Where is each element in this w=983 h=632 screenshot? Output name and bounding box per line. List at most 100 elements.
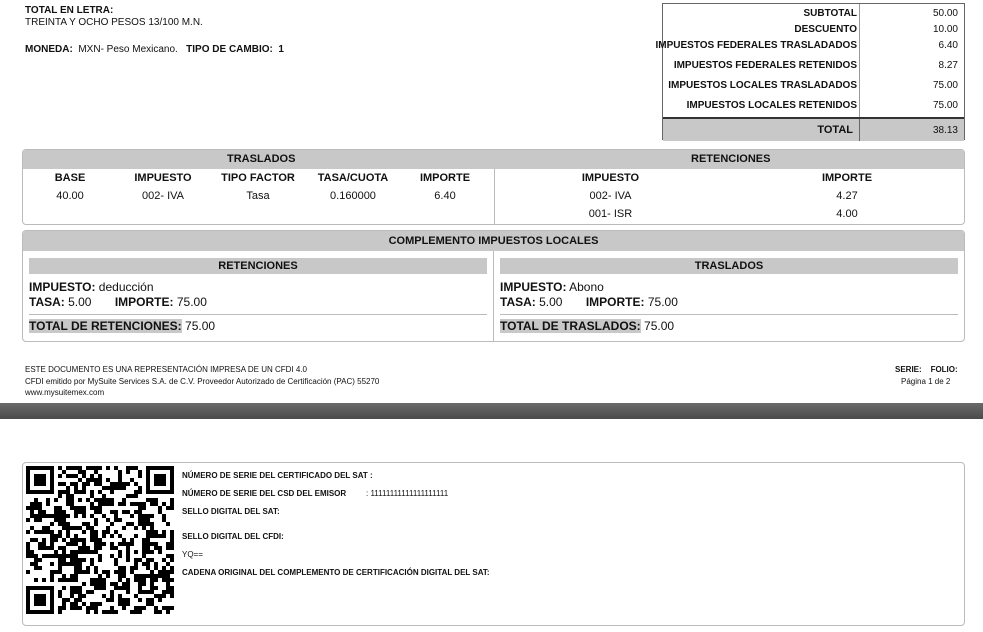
qr-module — [34, 498, 38, 502]
qr-module — [58, 590, 62, 594]
qr-module — [62, 470, 66, 474]
qr-module — [66, 498, 70, 502]
qr-module — [130, 514, 134, 518]
qr-module — [134, 510, 138, 514]
comp-retenciones-title: RETENCIONES — [29, 258, 487, 274]
sat-certification-box: NÚMERO DE SERIE DEL CERTIFICADO DEL SAT … — [22, 462, 965, 626]
qr-module — [138, 522, 142, 526]
qr-module — [110, 554, 114, 558]
qr-module — [58, 606, 62, 610]
qr-module — [94, 518, 98, 522]
qr-module — [146, 598, 150, 602]
qr-module — [94, 582, 98, 586]
qr-module — [98, 498, 102, 502]
qr-module — [38, 474, 42, 478]
qr-module — [94, 534, 98, 538]
qr-module — [82, 490, 86, 494]
qr-module — [154, 610, 158, 614]
qr-module — [26, 594, 30, 598]
qr-module — [34, 502, 38, 506]
qr-module — [118, 482, 122, 486]
qr-module — [50, 490, 54, 494]
col-header-tasa-cuota: TASA/CUOTA — [317, 172, 389, 184]
serie-folio-row: SERIE: FOLIO: — [895, 365, 958, 374]
qr-module — [66, 486, 70, 490]
qr-module — [154, 530, 158, 534]
qr-module — [70, 502, 74, 506]
qr-module — [78, 586, 82, 590]
qr-module — [42, 482, 46, 486]
qr-module — [58, 490, 62, 494]
qr-module — [38, 490, 42, 494]
qr-module — [66, 522, 70, 526]
qr-module — [86, 566, 90, 570]
qr-module — [50, 598, 54, 602]
qr-module — [50, 486, 54, 490]
qr-module — [166, 586, 170, 590]
qr-module — [42, 542, 46, 546]
qr-module — [94, 466, 98, 470]
comp-ret-tasa-row: TASA: 5.00 IMPORTE: 75.00 — [29, 295, 207, 309]
qr-module — [154, 474, 158, 478]
qr-module — [42, 466, 46, 470]
comp-ret-total-value: 75.00 — [185, 319, 216, 333]
qr-module — [142, 506, 146, 510]
qr-module — [74, 526, 78, 530]
qr-module — [138, 502, 142, 506]
totals-label: DESCUENTO — [794, 24, 857, 35]
qr-module — [158, 598, 162, 602]
qr-module — [162, 530, 166, 534]
qr-module — [38, 566, 42, 570]
qr-module — [94, 606, 98, 610]
qr-module — [46, 546, 50, 550]
qr-module — [62, 514, 66, 518]
footer-line-1: ESTE DOCUMENTO ES UNA REPRESENTACIÓN IMP… — [25, 365, 307, 374]
qr-module — [118, 574, 122, 578]
qr-module — [94, 538, 98, 542]
footer-website-link[interactable]: www.mysuitemex.com — [25, 388, 104, 397]
qr-module — [78, 590, 82, 594]
qr-module — [114, 482, 118, 486]
traslado-tasa: 0.160000 — [330, 190, 376, 202]
comp-ret-separator — [29, 314, 487, 315]
qr-module — [126, 590, 130, 594]
comp-tras-importe-label: IMPORTE: — [585, 295, 645, 309]
qr-module — [50, 570, 54, 574]
qr-module — [98, 506, 102, 510]
qr-module — [122, 510, 126, 514]
totals-value: 6.40 — [938, 40, 958, 51]
qr-module — [162, 558, 166, 562]
qr-module — [78, 510, 82, 514]
qr-module — [82, 514, 86, 518]
qr-module — [142, 554, 146, 558]
qr-module — [170, 506, 174, 510]
qr-module — [170, 554, 174, 558]
qr-module — [78, 498, 82, 502]
qr-module — [46, 554, 50, 558]
qr-module — [114, 486, 118, 490]
qr-module — [154, 566, 158, 570]
qr-module — [90, 578, 94, 582]
qr-module — [26, 474, 30, 478]
qr-module — [150, 582, 154, 586]
qr-module — [166, 578, 170, 582]
qr-module — [98, 602, 102, 606]
qr-module — [74, 566, 78, 570]
qr-module — [50, 610, 54, 614]
qr-module — [166, 466, 170, 470]
qr-module — [78, 562, 82, 566]
sello-cfdi-label: SELLO DIGITAL DEL CFDI: — [182, 532, 284, 541]
qr-module — [158, 610, 162, 614]
qr-module — [62, 482, 66, 486]
qr-module — [34, 478, 38, 482]
qr-module — [150, 502, 154, 506]
qr-module — [42, 526, 46, 530]
qr-module — [78, 470, 82, 474]
qr-module — [78, 550, 82, 554]
qr-module — [106, 570, 110, 574]
comp-tras-total-label: TOTAL DE TRASLADOS: — [500, 319, 641, 333]
qr-module — [42, 530, 46, 534]
qr-module — [170, 470, 174, 474]
qr-module — [74, 534, 78, 538]
qr-module — [62, 538, 66, 542]
